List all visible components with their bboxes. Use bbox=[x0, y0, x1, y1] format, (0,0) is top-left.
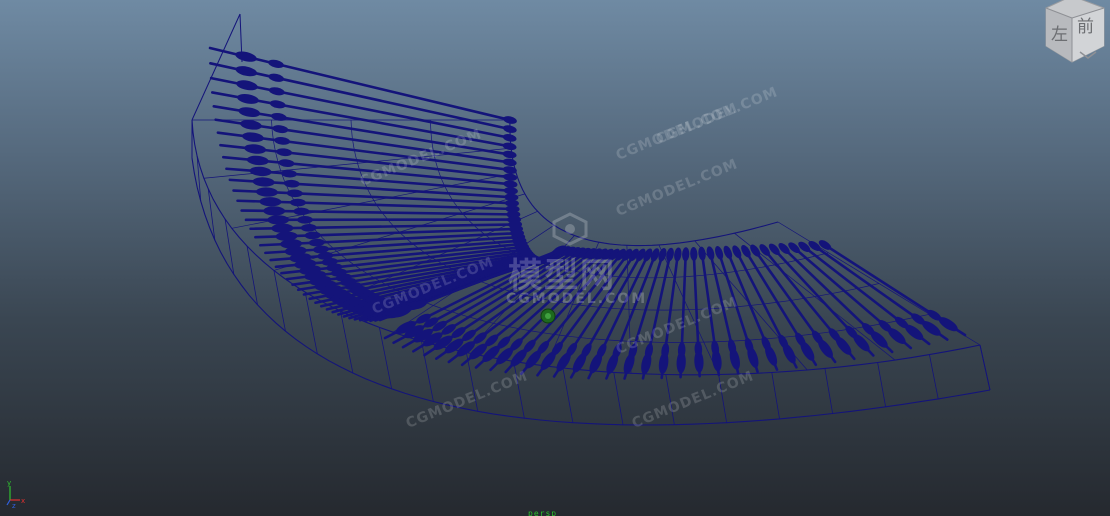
rail-connector bbox=[268, 59, 284, 68]
wall-segment bbox=[718, 374, 728, 423]
axis-z-label: z bbox=[12, 502, 16, 508]
rail-tip bbox=[502, 134, 517, 142]
outer-top-edge bbox=[191, 119, 981, 376]
rail-connector bbox=[259, 197, 282, 207]
axis-gizmo: y x z bbox=[6, 479, 25, 508]
rail-connector bbox=[271, 223, 294, 233]
rail-connector bbox=[272, 125, 289, 134]
wall-segment bbox=[877, 362, 887, 407]
rail-tip bbox=[698, 246, 706, 261]
rail-connector bbox=[237, 93, 259, 104]
rail-array bbox=[208, 46, 967, 380]
inner-edge bbox=[509, 119, 779, 247]
rail bbox=[244, 215, 522, 225]
wall-segment bbox=[824, 368, 834, 414]
rail-tip bbox=[502, 158, 517, 167]
rail-connector bbox=[274, 136, 291, 145]
rail-connector bbox=[240, 120, 262, 130]
rail-connector bbox=[238, 107, 261, 117]
rail-tip bbox=[503, 116, 517, 124]
axis-x-label: x bbox=[21, 497, 25, 505]
rail-tip bbox=[706, 246, 715, 261]
rail-tip bbox=[502, 125, 517, 133]
rail-connector bbox=[276, 148, 293, 157]
rail bbox=[798, 241, 931, 346]
rail-connector bbox=[300, 224, 317, 232]
rail-connector bbox=[255, 187, 278, 197]
rail-connector bbox=[235, 66, 258, 77]
rail-connector bbox=[268, 87, 285, 96]
rail-connector bbox=[289, 198, 306, 207]
rail-connector bbox=[278, 159, 295, 167]
rail-connector bbox=[236, 80, 258, 91]
rail-connector bbox=[283, 179, 300, 188]
view-cube-face-left[interactable]: 左 bbox=[1051, 20, 1068, 45]
rail-connector bbox=[308, 238, 325, 247]
view-cube[interactable]: 左 前 bbox=[1032, 0, 1106, 68]
rail-connector bbox=[293, 207, 310, 216]
wall-segment bbox=[340, 310, 354, 374]
rail-connector bbox=[242, 132, 264, 142]
rail-connector bbox=[246, 155, 269, 166]
rail-connector bbox=[244, 144, 267, 154]
pivot-center bbox=[545, 313, 551, 319]
wall-segment bbox=[224, 218, 235, 275]
rail-connector bbox=[263, 206, 286, 216]
rail-tip bbox=[690, 246, 698, 261]
rail-tip bbox=[682, 247, 690, 262]
rail-tip bbox=[732, 245, 742, 259]
camera-label: persp bbox=[528, 509, 558, 516]
rail-connector bbox=[296, 215, 313, 224]
rail-tip bbox=[666, 247, 674, 262]
rail-tip bbox=[715, 246, 724, 260]
rail-tip bbox=[723, 245, 733, 259]
wall-segment bbox=[304, 292, 318, 354]
3d-viewport[interactable]: CGMODEL.COM CGMODEL.COM CGMODEL.COM CGMO… bbox=[0, 0, 1110, 516]
rail-tip bbox=[502, 142, 517, 151]
rail-connector bbox=[252, 177, 275, 187]
view-cube-face-front[interactable]: 前 bbox=[1077, 12, 1094, 37]
rail-tip bbox=[503, 173, 518, 181]
rail-connector bbox=[304, 231, 321, 240]
rail-connector bbox=[269, 100, 286, 109]
pivot-manipulator[interactable] bbox=[540, 308, 556, 324]
wall-segment bbox=[513, 361, 525, 419]
rail bbox=[676, 247, 690, 379]
wall-segment bbox=[665, 374, 675, 425]
wall-segment bbox=[771, 372, 780, 419]
rail-connector bbox=[267, 215, 290, 225]
wall-segment bbox=[929, 354, 939, 399]
axis-y-label: y bbox=[7, 479, 11, 487]
rail-tip bbox=[503, 180, 518, 188]
wall-segment bbox=[613, 372, 624, 425]
rail-connector bbox=[235, 51, 257, 62]
rail bbox=[690, 246, 704, 378]
rail-connector bbox=[249, 166, 272, 177]
rail-tip bbox=[502, 150, 517, 159]
wireframe-scene bbox=[191, 13, 991, 426]
wall-segment bbox=[979, 344, 991, 391]
rail-connector bbox=[270, 112, 287, 121]
rail-tip bbox=[674, 247, 682, 262]
rail-connector bbox=[268, 73, 285, 82]
